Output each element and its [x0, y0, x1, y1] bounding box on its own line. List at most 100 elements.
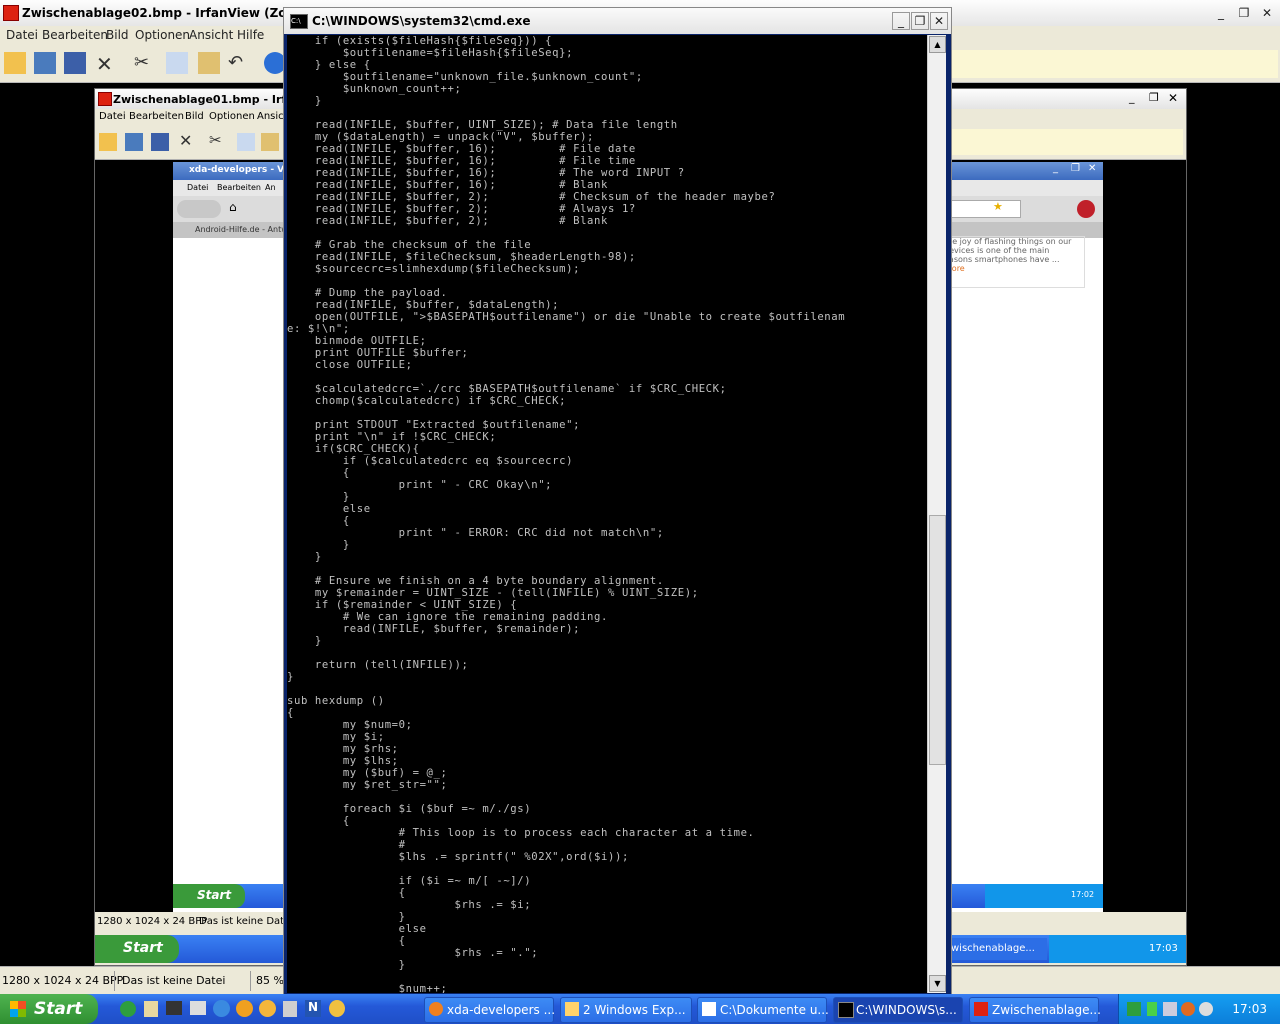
tray-icon-1[interactable] — [1127, 1002, 1141, 1016]
sidebar-line: the joy of flashing things on our — [944, 237, 1072, 246]
browser-maximize-icon: ❐ — [1071, 163, 1080, 174]
browser-menu-bearbeiten: Bearbeiten — [217, 183, 261, 192]
cmd-close-button[interactable]: ✕ — [930, 12, 948, 30]
maximize-button[interactable]: ❐ — [1234, 4, 1254, 22]
cmd-console-output[interactable]: if (exists($fileHash{$fileSeq})) { $outf… — [287, 35, 927, 993]
bookmark-star-icon: ★ — [993, 200, 1003, 213]
open-folder-icon[interactable] — [4, 52, 26, 74]
menu-datei[interactable]: Datei — [6, 28, 38, 42]
quicklaunch-icon-3[interactable] — [166, 1001, 182, 1015]
taskbar: Start N xda-developers ... 2 Windows Exp… — [0, 994, 1280, 1024]
browser-menu-ansicht: An — [265, 183, 276, 192]
quicklaunch-icon-6[interactable] — [236, 1000, 253, 1017]
irfanview-app-icon — [3, 5, 19, 21]
quicklaunch-icon-1[interactable] — [120, 1001, 136, 1017]
7zip-icon — [702, 1002, 716, 1016]
minimize-button[interactable]: _ — [1211, 4, 1231, 22]
status-dimensions: 1280 x 1024 x 24 BPP — [2, 974, 124, 987]
inner-start-button: Start — [173, 884, 245, 908]
browser-search-box — [949, 200, 1021, 218]
nested-menu-optionen: Optionen — [209, 111, 255, 122]
notepad-icon[interactable]: N — [305, 1000, 321, 1017]
start-button[interactable]: Start — [0, 994, 98, 1024]
status-separator — [250, 971, 251, 991]
cut-icon[interactable]: ✂ — [134, 52, 156, 74]
nested-task-button: wischenablage... — [947, 938, 1047, 960]
irfanview-icon — [974, 1002, 988, 1016]
nested-copy-icon — [237, 133, 255, 151]
nested-cut-icon: ✂ — [209, 131, 222, 149]
status-file: Das ist keine Datei — [122, 974, 226, 987]
nested-status-dimensions: 1280 x 1024 x 24 BPP — [97, 916, 208, 927]
sidebar-line: easons smartphones have ... — [944, 255, 1060, 264]
menu-optionen[interactable]: Optionen — [135, 28, 190, 42]
quicklaunch-icon-7[interactable] — [259, 1000, 276, 1017]
sidebar-line: devices is one of the main — [944, 246, 1050, 255]
cmd-titlebar[interactable]: C:\ C:\WINDOWS\system32\cmd.exe _ ❐ ✕ — [284, 8, 951, 34]
status-zoom: 85 % — [256, 974, 284, 987]
folder-icon — [565, 1002, 579, 1016]
nested-app-icon — [98, 92, 112, 106]
save-icon[interactable] — [64, 52, 86, 74]
browser-tab: Android-Hilfe.de - Antwo — [195, 225, 293, 234]
quicklaunch-icon-4[interactable] — [190, 1001, 206, 1015]
cmd-maximize-button[interactable]: ❐ — [911, 12, 929, 30]
menu-hilfe[interactable]: Hilfe — [237, 28, 264, 42]
delete-icon[interactable]: ✕ — [96, 52, 118, 76]
close-button[interactable]: ✕ — [1257, 4, 1277, 22]
task-windows-explorer[interactable]: 2 Windows Exp... — [560, 997, 692, 1023]
scroll-down-icon[interactable]: ▼ — [929, 975, 946, 992]
paste-icon[interactable] — [198, 52, 220, 74]
console-text: if (exists($fileHash{$fileSeq})) { $outf… — [287, 35, 846, 993]
nested-thumbnail-icon — [125, 133, 143, 151]
tray-network-icon[interactable] — [1163, 1002, 1177, 1016]
cmd-app-icon: C:\ — [290, 14, 308, 29]
browser-minimize-icon: _ — [1053, 163, 1058, 174]
menu-ansicht[interactable]: Ansicht — [189, 28, 233, 42]
quicklaunch-icon-10[interactable] — [329, 1000, 345, 1017]
cmd-window[interactable]: C:\ C:\WINDOWS\system32\cmd.exe _ ❐ ✕ if… — [283, 7, 952, 997]
nested-open-icon — [99, 133, 117, 151]
task-dokumente[interactable]: C:\Dokumente u... — [697, 997, 829, 1023]
nested-menu-bild: Bild — [185, 111, 204, 122]
sidebar-more-link: more — [944, 264, 965, 273]
inner-tray: 17:02 — [985, 884, 1103, 908]
task-cmd[interactable]: C:\WINDOWS\s... — [833, 997, 963, 1023]
nested-maximize-icon: ❐ — [1149, 91, 1159, 104]
nested-menu-datei: Datei — [99, 111, 126, 122]
scroll-thumb[interactable] — [929, 515, 946, 765]
nested-minimize-icon: _ — [1129, 91, 1135, 104]
copy-icon[interactable] — [166, 52, 188, 74]
scroll-up-icon[interactable]: ▲ — [929, 36, 946, 53]
nested-menu-bearbeiten: Bearbeiten — [129, 111, 184, 122]
quicklaunch-icon-2[interactable] — [144, 1001, 158, 1017]
task-irfanview[interactable]: Zwischenablage... — [969, 997, 1101, 1023]
windows-logo-icon — [10, 1001, 26, 1017]
nested-close-icon: ✕ — [1168, 91, 1179, 105]
browser-close-icon: ✕ — [1088, 163, 1097, 174]
nested-status-file: Das ist keine Datei — [199, 916, 294, 927]
cmd-scrollbar[interactable]: ▲ ▼ — [927, 35, 946, 993]
nested-start-button: Start — [95, 935, 179, 963]
clock[interactable]: 17:03 — [1232, 1002, 1267, 1016]
tray-icon-4[interactable] — [1181, 1002, 1195, 1016]
menu-bild[interactable]: Bild — [106, 28, 129, 42]
tray-battery-icon[interactable] — [1147, 1002, 1157, 1016]
nested-toolbar-empty-area — [951, 129, 1183, 155]
tray-icon-5[interactable] — [1199, 1002, 1213, 1016]
internet-explorer-icon[interactable] — [213, 1000, 230, 1017]
menu-bearbeiten[interactable]: Bearbeiten — [42, 28, 108, 42]
nested-tray: 17:03 — [1049, 935, 1186, 963]
undo-icon[interactable]: ↶ — [228, 52, 250, 74]
quicklaunch-icon-8[interactable] — [283, 1001, 297, 1017]
cmd-minimize-button[interactable]: _ — [892, 12, 910, 30]
nested-save-icon — [151, 133, 169, 151]
inner-clock: 17:02 — [1071, 890, 1095, 899]
cmd-icon — [838, 1002, 854, 1018]
firefox-icon — [429, 1002, 443, 1016]
cmd-title: C:\WINDOWS\system32\cmd.exe — [312, 14, 531, 28]
thumbnails-icon[interactable] — [34, 52, 56, 74]
adblock-icon — [1077, 200, 1095, 218]
start-label: Start — [34, 999, 83, 1019]
task-xda-developers[interactable]: xda-developers ... — [424, 997, 555, 1023]
